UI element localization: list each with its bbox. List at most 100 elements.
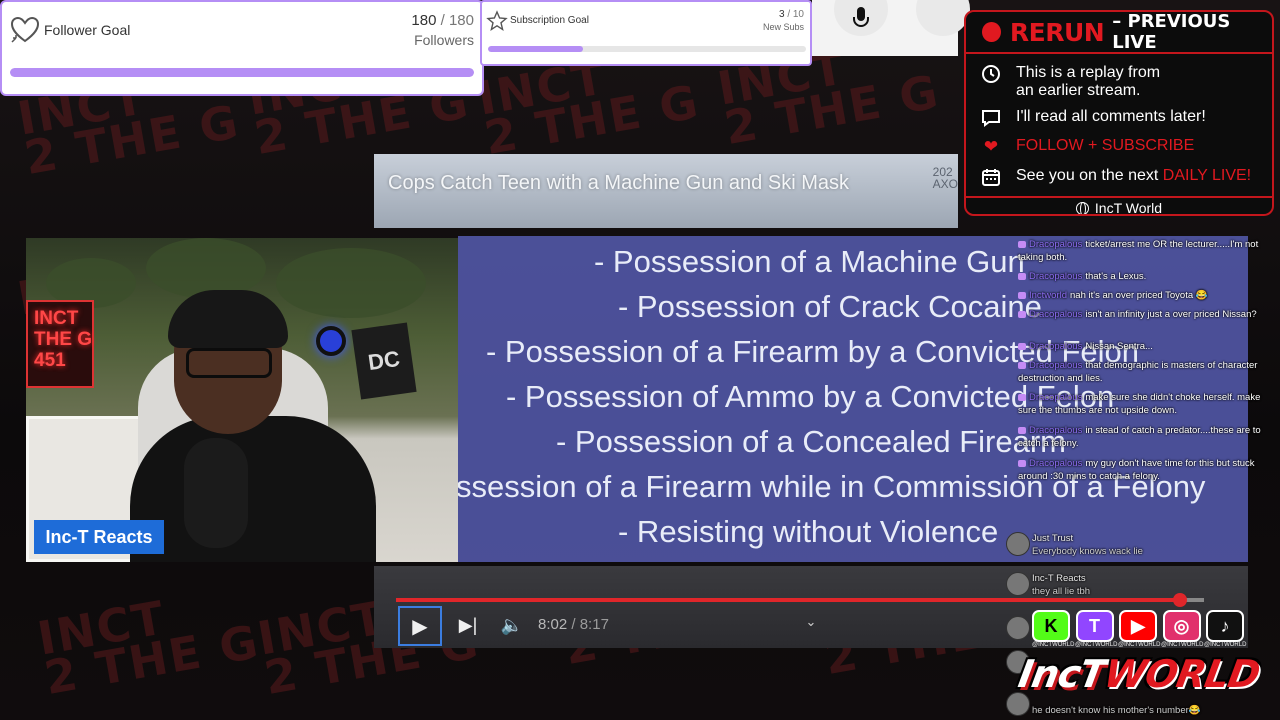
- rerun-row-follow: ❤ FOLLOW + SUBSCRIBE: [980, 137, 1194, 157]
- chat-message: Dracopalous ticket/arrest me OR the lectu…: [1018, 238, 1280, 264]
- chat-username[interactable]: Dracopalous: [1029, 239, 1082, 250]
- chat-text: Everybody knows wack lie: [1032, 546, 1143, 557]
- chat-message: Inc-T Reacts they all lie tbh: [1032, 572, 1252, 598]
- chat-message: Dracopalous my guy don't have time for th…: [1018, 457, 1280, 483]
- volume-button[interactable]: 🔈: [498, 610, 526, 640]
- logo-part-2: WORLD: [1100, 652, 1263, 696]
- chat-username[interactable]: Inctworld: [1029, 290, 1067, 301]
- video-watermark: 202 AXO: [932, 165, 958, 191]
- subscription-goal-widget: Subscription Goal 3 / 10 New Subs: [480, 0, 812, 66]
- sub-current: 3: [778, 9, 785, 20]
- chat-badge-icon: [1018, 342, 1026, 350]
- expand-chapters-button[interactable]: ⌄: [800, 610, 822, 634]
- rerun-footer-label: IncT World: [1094, 200, 1163, 216]
- microphone-icon: [853, 7, 869, 27]
- rerun-footer: IncT World: [966, 196, 1272, 216]
- streamer-name-tag: Inc-T Reacts: [34, 520, 164, 554]
- subscription-progress-track: [488, 46, 806, 52]
- chat-username[interactable]: Dracopalous: [1029, 425, 1082, 436]
- social-handle: @INCTWORLD: [1204, 642, 1247, 648]
- twitch-icon[interactable]: T: [1075, 610, 1114, 642]
- rerun-line-4-highlight: DAILY LIVE!: [1162, 167, 1252, 184]
- chat-message: Dracopalous Nissan Sentra...: [1018, 340, 1280, 353]
- chat-username[interactable]: Dracopalous: [1029, 309, 1082, 320]
- instagram-icon[interactable]: ◎: [1162, 610, 1201, 642]
- lamp: [316, 326, 346, 356]
- kick-icon[interactable]: K: [1032, 610, 1070, 642]
- chat-username[interactable]: Inc-T Reacts: [1032, 573, 1086, 584]
- chat-badge-icon: [1018, 361, 1026, 369]
- chat-username[interactable]: Dracopalous: [1029, 458, 1082, 469]
- social-handle: @INCTWORLD: [1118, 642, 1161, 648]
- rerun-line-1: This is a replay from an earlier stream.: [1016, 64, 1160, 100]
- streamer-glasses: [186, 348, 272, 378]
- chat-username[interactable]: Dracopalous: [1029, 341, 1082, 352]
- chat-text: that's a Lexus.: [1085, 271, 1147, 282]
- next-button[interactable]: ▶|: [454, 610, 482, 640]
- tiktok-icon[interactable]: ♪: [1206, 610, 1244, 642]
- chat-message: Dracopalous that demographic is masters o…: [1018, 359, 1280, 385]
- rerun-row-replay: This is a replay from an earlier stream.: [980, 64, 1160, 100]
- chat-badge-icon: [1018, 393, 1026, 401]
- play-button[interactable]: ▶: [398, 606, 442, 646]
- social-handle: @INCTWORLD: [1032, 642, 1075, 648]
- youtube-icon[interactable]: ▶: [1119, 610, 1157, 642]
- charge-item: - Resisting without Violence: [618, 514, 999, 549]
- calendar-icon: [980, 167, 1002, 187]
- rerun-line-3: FOLLOW + SUBSCRIBE: [1016, 137, 1195, 154]
- current-time: 8:02: [538, 616, 568, 633]
- rerun-line-1b: an earlier stream.: [1016, 82, 1141, 99]
- rerun-panel: RERUN – PREVIOUS LIVE This is a replay f…: [964, 10, 1274, 216]
- follower-current: 180: [411, 12, 437, 29]
- charge-item: - Possession of a Machine Gun: [594, 244, 1025, 279]
- chat-text: nah it's an over priced Toyota 😂: [1070, 290, 1208, 301]
- logo-part-1: IncT: [1015, 652, 1109, 696]
- chat-username[interactable]: Dracopalous: [1029, 360, 1082, 371]
- rerun-row-comments: I'll read all comments later!: [980, 108, 1206, 128]
- chat-username[interactable]: Dracopalous: [1029, 271, 1082, 282]
- dc-logo-decor: DC: [351, 322, 417, 400]
- social-handle: @INCTWORLD: [1161, 642, 1204, 648]
- follower-goal-unit: Followers: [414, 32, 474, 48]
- follower-goal-widget: Follower Goal 180 / 180 Followers: [0, 0, 484, 96]
- follower-goal-label: Follower Goal: [44, 22, 131, 38]
- chat-badge-icon: [1018, 240, 1026, 248]
- follower-goal-count: 180 / 180: [411, 12, 474, 29]
- replay-icon: [980, 64, 1002, 84]
- rerun-line-4-prefix: See you on the next: [1016, 167, 1163, 184]
- rerun-title: RERUN: [1009, 17, 1105, 47]
- comment-icon: [980, 108, 1002, 128]
- follower-sep: /: [440, 12, 445, 29]
- chat-username[interactable]: Just Trust: [1032, 533, 1073, 544]
- chat-message: Dracopalous isn't an infinity just a over…: [1018, 308, 1280, 321]
- microphone: [184, 438, 248, 548]
- subscription-goal-unit: New Subs: [762, 22, 804, 32]
- plant-leaves: [146, 238, 266, 298]
- chat-badge-icon: [1018, 426, 1026, 434]
- subscription-progress-fill: [488, 46, 584, 52]
- inct-world-logo: IncT WORLD: [1015, 650, 1263, 698]
- neon-sign: INCT THE G 451: [26, 300, 94, 388]
- chat-message: Inctworld nah it's an over priced Toyota …: [1018, 289, 1280, 302]
- rerun-line-2: I'll read all comments later!: [1016, 108, 1206, 125]
- chat-avatar: [1006, 616, 1030, 640]
- sub-target: 10: [792, 9, 804, 20]
- chevron-down-icon: ⌄: [805, 614, 817, 629]
- rerun-line-4: See you on the next DAILY LIVE!: [1016, 167, 1251, 185]
- rerun-line-1a: This is a replay from: [1016, 64, 1161, 81]
- follower-target: 180: [448, 12, 474, 29]
- charge-item: - Possession of Crack Cocaine: [618, 289, 1042, 324]
- chat-text: they all lie tbh: [1032, 586, 1091, 597]
- plant-leaves: [276, 248, 426, 318]
- heart-outline-icon: [10, 16, 40, 49]
- chat-text: he doesn't know his mother's number😂: [1032, 705, 1201, 716]
- chat-username[interactable]: Dracopalous: [1029, 392, 1082, 403]
- chat-message: he doesn't know his mother's number😂: [1032, 704, 1252, 717]
- heart-icon: ❤: [983, 137, 999, 156]
- rerun-subtitle: – PREVIOUS LIVE: [1112, 11, 1231, 53]
- webcam-feed: INCT THE G 451 DC: [26, 238, 458, 562]
- chat-message: Dracopalous that's a Lexus.: [1018, 270, 1280, 283]
- chat-message: Dracopalous in stead of catch a predator.…: [1018, 424, 1280, 450]
- follower-progress-fill: [10, 68, 474, 77]
- time-separator: /: [567, 616, 580, 633]
